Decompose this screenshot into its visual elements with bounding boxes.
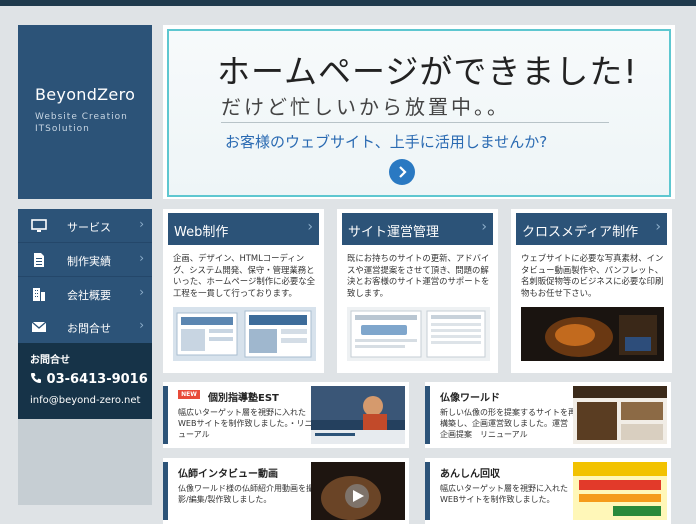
- card-description: 企画、デザイン、HTMLコーディング、システム開発、保守・管理業務といった、ホー…: [173, 253, 315, 298]
- chevron-right-icon: ›: [139, 285, 144, 299]
- sidebar-item-label: サービス: [67, 221, 111, 234]
- works-thumbnail: [573, 462, 667, 520]
- chevron-right-icon: ›: [139, 318, 144, 332]
- web-design-image: [173, 307, 316, 361]
- new-badge: NEW: [178, 390, 200, 399]
- works-item-title: 仏像ワールド: [440, 393, 500, 404]
- sidebar-item-contact[interactable]: お問合せ ›: [18, 310, 152, 344]
- logo-tagline-1: Website Creation: [35, 112, 128, 122]
- works-item-text: 幅広いターゲット層を視野に入れたWEBサイトを制作致しました。・リニューアル: [178, 408, 313, 439]
- logo-tagline: Website Creation ITSolution: [35, 111, 128, 135]
- contact-title: お問合せ: [30, 355, 70, 366]
- contact-phone[interactable]: 03-6413-9016: [30, 372, 148, 387]
- hero-headline: ホームページができました!: [217, 52, 638, 91]
- sidebar-item-company[interactable]: 会社概要 ›: [18, 277, 152, 311]
- logo-name: BeyondZero: [35, 85, 136, 104]
- chevron-right-icon: ›: [139, 217, 144, 231]
- card-header[interactable]: クロスメディア制作 ›: [516, 213, 667, 245]
- chevron-right-icon: ›: [481, 219, 487, 235]
- works-item-butsuzo-world[interactable]: 仏像ワールド 新しい仏像の形を提案するサイトを再構築し、企画運営致しました。運営…: [425, 382, 671, 448]
- works-item-title: 仏師インタビュー動画: [178, 469, 278, 480]
- sidebar-item-label: 会社概要: [67, 289, 111, 302]
- hero-divider: [221, 122, 609, 123]
- works-item-accent: [425, 386, 430, 444]
- works-thumbnail: [311, 462, 405, 520]
- site-logo[interactable]: BeyondZero Website Creation ITSolution: [18, 25, 152, 199]
- works-thumbnail: [573, 386, 667, 444]
- top-bar: [0, 0, 696, 6]
- service-card-web[interactable]: Web制作 › 企画、デザイン、HTMLコーディング、システム開発、保守・管理業…: [163, 209, 324, 373]
- card-description: ウェブサイトに必要な写真素材、インタビュー動画製作や、パンフレット、名刺販促物等…: [521, 253, 664, 298]
- phone-icon: [31, 373, 41, 383]
- works-item-accent: [163, 462, 168, 520]
- works-item-text: 幅広いターゲット層を視野に入れたWEBサイトを制作致しました。: [440, 484, 568, 504]
- sidebar-item-works[interactable]: 制作実績 ›: [18, 243, 152, 277]
- works-item-accent: [163, 386, 168, 444]
- monitor-icon: [31, 219, 47, 232]
- hero-subheadline: だけど忙しいから放置中。。: [221, 95, 510, 119]
- contact-phone-number: 03-6413-9016: [46, 372, 148, 387]
- card-header[interactable]: Web制作 ›: [168, 213, 319, 245]
- building-icon: [33, 288, 45, 301]
- works-item-est[interactable]: NEW 個別指導塾EST 幅広いターゲット層を視野に入れたWEBサイトを制作致し…: [163, 382, 409, 448]
- card-title: クロスメディア制作: [522, 225, 639, 240]
- works-item-accent: [425, 462, 430, 520]
- hero-frame: ホームページができました! だけど忙しいから放置中。。 お客様のウェブサイト、上…: [167, 29, 671, 197]
- chevron-right-icon: ›: [139, 251, 144, 265]
- works-thumbnail: [311, 386, 405, 444]
- card-title: Web制作: [174, 225, 229, 240]
- site-management-image: [347, 307, 490, 361]
- sidebar-item-services[interactable]: サービス ›: [18, 209, 152, 243]
- contact-box: お問合せ 03-6413-9016 info@beyond-zero.net: [18, 343, 152, 419]
- sidebar-nav: サービス › 制作実績 › 会社概要 › お問合せ › お問合せ 03-6413…: [18, 209, 152, 505]
- sidebar-item-label: 制作実績: [67, 255, 111, 268]
- chevron-right-icon: ›: [655, 219, 661, 235]
- hero-banner[interactable]: ホームページができました! だけど忙しいから放置中。。 お客様のウェブサイト、上…: [163, 25, 675, 199]
- contact-email[interactable]: info@beyond-zero.net: [30, 395, 140, 406]
- hero-arrow-button[interactable]: [389, 159, 415, 185]
- sidebar-item-label: お問合せ: [67, 322, 111, 335]
- works-item-anshin-kaishu[interactable]: あんしん回収 幅広いターゲット層を視野に入れたWEBサイトを制作致しました。: [425, 458, 671, 524]
- works-item-title: 個別指導塾EST: [208, 393, 279, 404]
- service-card-crossmedia[interactable]: クロスメディア制作 › ウェブサイトに必要な写真素材、インタビュー動画製作や、パ…: [511, 209, 672, 373]
- chevron-right-icon: ›: [307, 219, 313, 235]
- document-icon: [34, 253, 44, 267]
- card-description: 既にお持ちのサイトの更新、アドバイスや運営提案をさせて頂き、問題の解決とお客様の…: [347, 253, 490, 298]
- mail-icon: [31, 321, 47, 332]
- chevron-right-icon: [399, 166, 407, 178]
- works-item-text: 新しい仏像の形を提案するサイトを再構築し、企画運営致しました。運営 企画提案 リ…: [440, 408, 576, 439]
- works-item-interview-video[interactable]: 仏師インタビュー動画 仏像ワールド様の仏師紹介用動画を撮影/編集/製作致しました…: [163, 458, 409, 524]
- card-title: サイト運営管理: [348, 225, 440, 240]
- works-item-text: 仏像ワールド様の仏師紹介用動画を撮影/編集/製作致しました。: [178, 484, 314, 504]
- works-item-title: あんしん回収: [440, 469, 500, 480]
- hero-cta-text[interactable]: お客様のウェブサイト、上手に活用しませんか?: [225, 131, 547, 152]
- crossmedia-image: [521, 307, 664, 361]
- service-card-operation[interactable]: サイト運営管理 › 既にお持ちのサイトの更新、アドバイスや運営提案をさせて頂き、…: [337, 209, 498, 373]
- card-header[interactable]: サイト運営管理 ›: [342, 213, 493, 245]
- logo-tagline-2: ITSolution: [35, 124, 90, 134]
